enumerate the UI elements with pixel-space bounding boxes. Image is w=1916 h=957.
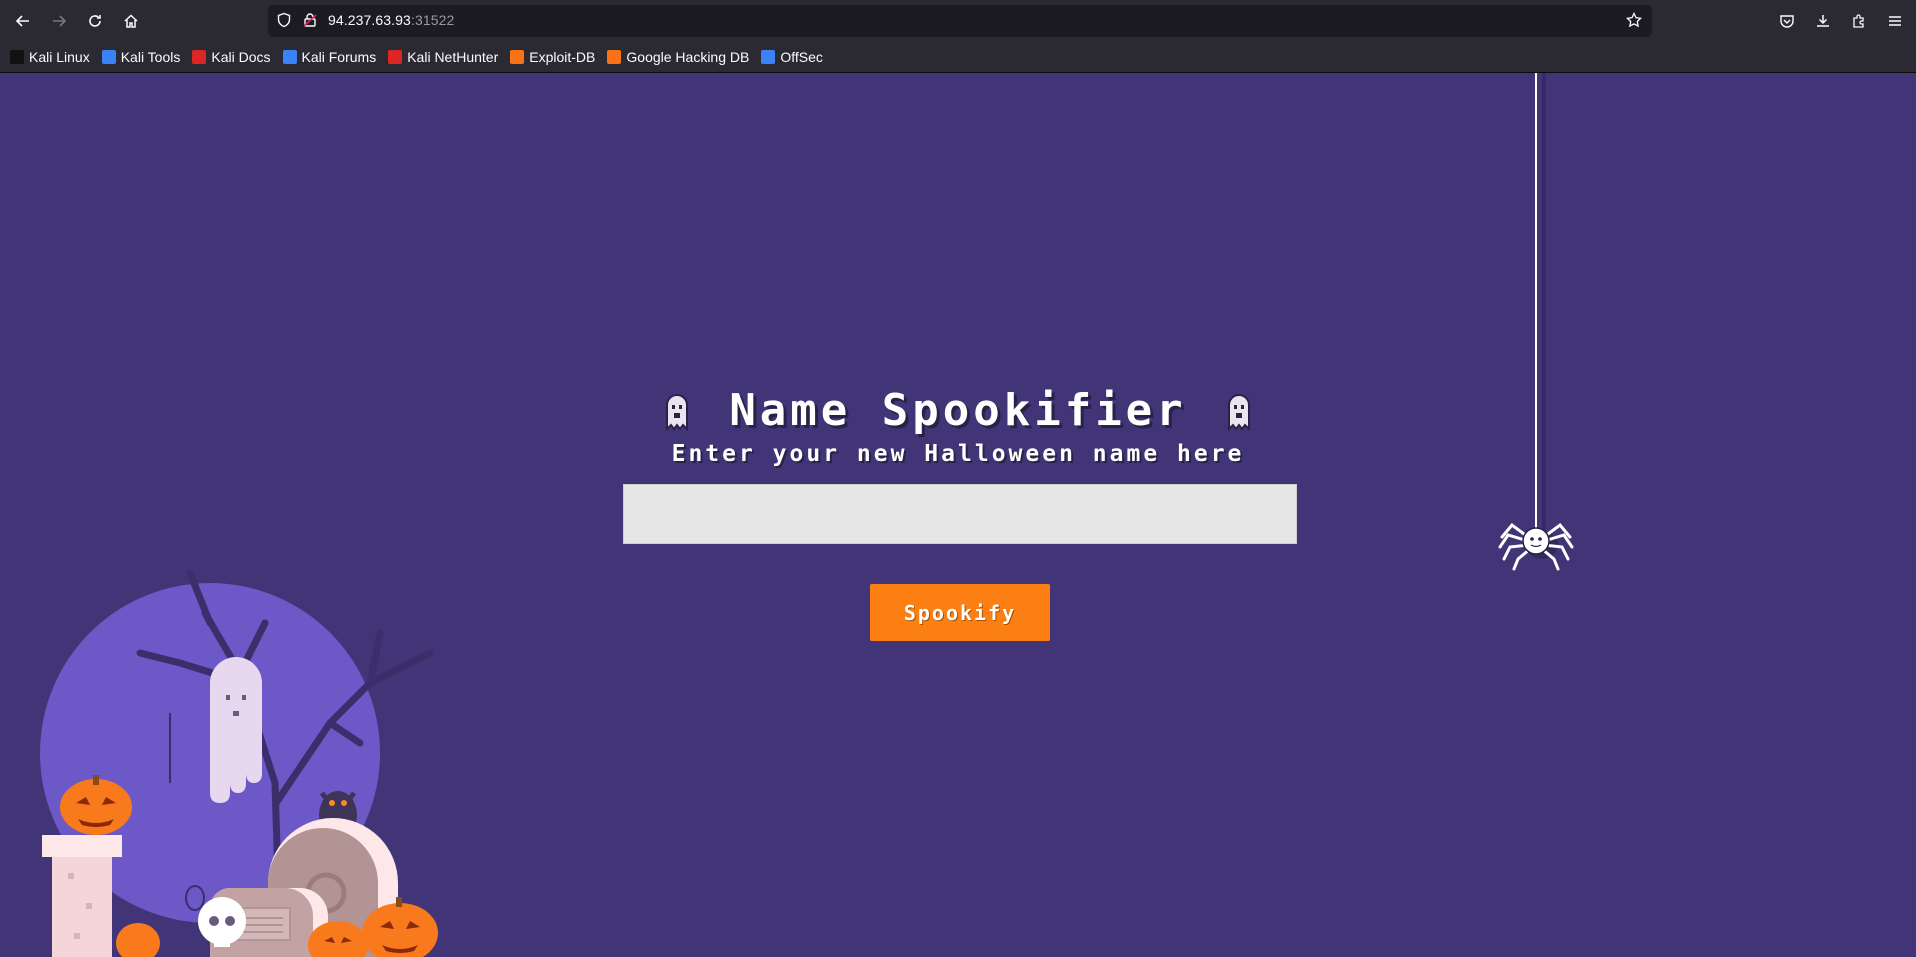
bookmark-label: OffSec (780, 49, 823, 65)
bookmark-label: Kali Tools (120, 49, 181, 65)
name-input[interactable] (623, 484, 1297, 544)
bookmark-label: Exploit-DB (529, 49, 596, 65)
back-button[interactable] (10, 9, 36, 33)
page-subtitle: Enter your new Halloween name here (671, 441, 1245, 467)
bookmark-label: Kali Docs (211, 49, 271, 65)
spider-icon (1498, 522, 1574, 571)
hamburger-menu-icon (1889, 16, 1901, 26)
page-title: Name Spookifier (729, 385, 1187, 436)
bookmark-label: Kali Linux (29, 49, 90, 65)
forward-button[interactable] (46, 9, 72, 33)
puzzle-extension-icon (1853, 14, 1864, 28)
page-content: Name Spookifier Enter your new Halloween… (0, 73, 1916, 957)
reload-button[interactable] (82, 9, 108, 33)
bookmark-item[interactable]: Kali NetHunter (388, 49, 498, 65)
url-port: :31522 (410, 12, 455, 28)
kali-dragon-icon (10, 50, 24, 64)
ghost-icon (1227, 393, 1250, 431)
kali-tools-icon (101, 50, 116, 64)
back-arrow-icon (15, 15, 29, 27)
url-text[interactable]: 94.237.63.93:31522 (328, 12, 454, 28)
ghdb-icon (607, 50, 622, 64)
offsec-icon (761, 50, 776, 64)
pillar-icon (42, 835, 122, 957)
url-host: 94.237.63.93 (328, 12, 411, 28)
home-button[interactable] (118, 9, 144, 33)
forward-arrow-icon (53, 15, 67, 27)
bookmark-item[interactable]: Kali Forums (282, 49, 377, 65)
bookmark-label: Kali NetHunter (407, 49, 499, 65)
bookmark-item[interactable]: Exploit-DB (510, 49, 595, 65)
pocket-icon (1780, 15, 1794, 28)
extensions-button[interactable] (1846, 9, 1872, 33)
spookify-button[interactable]: Spookify (870, 584, 1050, 641)
graveyard-illustration (40, 569, 438, 957)
exploit-db-icon (510, 50, 525, 64)
ghost-icon (666, 393, 689, 431)
bookmark-item[interactable]: OffSec (761, 49, 823, 65)
browser-chrome: 94.237.63.93:31522 Kali Linux Kali Tools K… (0, 0, 1916, 73)
home-icon (124, 14, 138, 28)
bookmarks-toolbar: Kali Linux Kali Tools Kali Docs Kali Forums… (0, 44, 1916, 70)
app-menu-button[interactable] (1882, 9, 1908, 33)
nethunter-icon (388, 50, 403, 64)
navigation-toolbar: 94.237.63.93:31522 (0, 0, 1916, 42)
bookmark-item[interactable]: Google Hacking DB (607, 49, 749, 65)
title-row: Name Spookifier (0, 385, 1916, 436)
bookmark-label: Kali Forums (301, 49, 377, 65)
download-icon (1817, 15, 1829, 27)
pocket-button[interactable] (1774, 9, 1800, 33)
bookmark-item[interactable]: Kali Docs (192, 49, 271, 65)
address-bar[interactable]: 94.237.63.93:31522 (268, 5, 1652, 37)
pumpkin-icon (116, 923, 160, 957)
reload-icon (89, 15, 101, 27)
ghost-icon (210, 657, 262, 803)
bookmark-label: Google Hacking DB (626, 49, 750, 65)
bookmark-item[interactable]: Kali Tools (101, 49, 181, 65)
bookmark-star-icon[interactable] (1625, 11, 1643, 32)
tracking-protection-shield-icon[interactable] (276, 12, 292, 32)
downloads-button[interactable] (1810, 9, 1836, 33)
kali-docs-icon (192, 50, 207, 64)
insecure-lock-icon[interactable] (302, 12, 318, 32)
bookmark-item[interactable]: Kali Linux (10, 49, 90, 65)
kali-forums-icon (282, 50, 297, 64)
